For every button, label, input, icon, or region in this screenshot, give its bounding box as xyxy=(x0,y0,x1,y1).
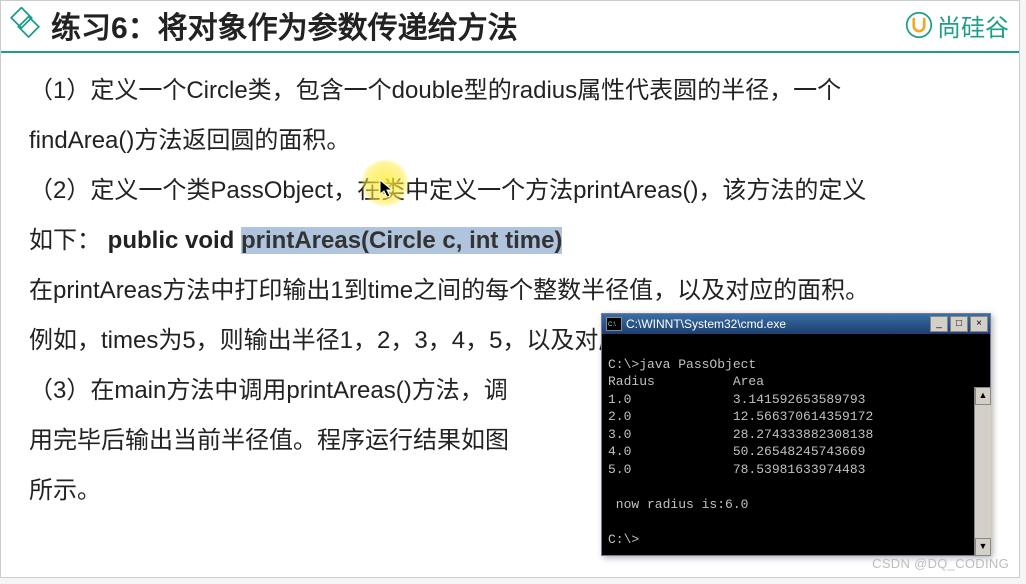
cmd-line-8: now radius is:6.0 xyxy=(608,497,748,512)
cmd-line-4: 3.0 28.274333882308138 xyxy=(608,427,873,442)
cmd-window[interactable]: C:\WINNT\System32\cmd.exe _ □ × C:\>java… xyxy=(601,313,991,556)
slide: 练习6：将对象作为参数传递给方法 尚硅谷 （1）定义一个Circle类，包含一个… xyxy=(0,0,1020,578)
logo-u-icon xyxy=(905,11,933,39)
scroll-up-button[interactable]: ▲ xyxy=(975,387,991,405)
sig-plain: public void xyxy=(108,227,241,254)
cmd-line-1: Radius Area xyxy=(608,374,764,389)
para-1-line-2: findArea()方法返回圆的面积。 xyxy=(29,117,991,165)
cmd-title-left: C:\WINNT\System32\cmd.exe xyxy=(606,312,786,336)
cmd-titlebar[interactable]: C:\WINNT\System32\cmd.exe _ □ × xyxy=(602,314,990,334)
para-3-line-1: （3）在main方法中调用printAreas()方法，调 xyxy=(29,367,591,415)
scroll-down-button[interactable]: ▼ xyxy=(975,538,991,556)
para-2-line-3: 在printAreas方法中打印输出1到time之间的每个整数半径值，以及对应的… xyxy=(29,267,991,315)
para-3: （3）在main方法中调用printAreas()方法，调 用完毕后输出当前半径… xyxy=(29,367,591,517)
para-2-line-1: （2）定义一个类PassObject，在类中定义一个方法printAreas()… xyxy=(29,167,991,215)
header-left: 练习6：将对象作为参数传递给方法 xyxy=(7,3,518,47)
sig-selected[interactable]: printAreas(Circle c, int time) xyxy=(241,227,562,254)
maximize-button[interactable]: □ xyxy=(950,316,968,332)
cmd-line-3: 2.0 12.566370614359172 xyxy=(608,409,873,424)
para-2-prefix: 如下： xyxy=(29,227,101,254)
cmd-line-5: 4.0 50.26548245743669 xyxy=(608,444,865,459)
window-buttons: _ □ × xyxy=(930,316,988,332)
cmd-line-0: C:\>java PassObject xyxy=(608,357,756,372)
para-2-line-2: 如下： public void printAreas(Circle c, int… xyxy=(29,217,991,265)
minimize-button[interactable]: _ xyxy=(930,316,948,332)
cmd-title-text: C:\WINNT\System32\cmd.exe xyxy=(626,312,786,336)
para-1-line-1: （1）定义一个Circle类，包含一个double型的radius属性代表圆的半… xyxy=(29,67,991,115)
cmd-window-wrapper: C:\WINNT\System32\cmd.exe _ □ × C:\>java… xyxy=(601,367,991,556)
close-button[interactable]: × xyxy=(970,316,988,332)
bottom-row: （3）在main方法中调用printAreas()方法，调 用完毕后输出当前半径… xyxy=(29,367,991,556)
slide-header: 练习6：将对象作为参数传递给方法 尚硅谷 xyxy=(1,1,1019,53)
brand-logo: 尚硅谷 xyxy=(905,8,1009,43)
cmd-line-6: 5.0 78.53981633974483 xyxy=(608,462,865,477)
cmd-body[interactable]: C:\>java PassObject Radius Area 1.0 3.14… xyxy=(602,334,990,555)
cmd-line-10: C:\> xyxy=(608,532,639,547)
para-3-line-2: 用完毕后输出当前半径值。程序运行结果如图 xyxy=(29,417,591,465)
slide-title: 练习6：将对象作为参数传递给方法 xyxy=(51,3,518,47)
brand-text: 尚硅谷 xyxy=(937,8,1009,43)
cmd-scrollbar[interactable]: ▲ ▼ xyxy=(974,387,991,556)
cmd-app-icon xyxy=(606,317,622,331)
slide-content: （1）定义一个Circle类，包含一个double型的radius属性代表圆的半… xyxy=(1,53,1019,566)
para-3-line-3: 所示。 xyxy=(29,467,591,515)
method-signature: public void printAreas(Circle c, int tim… xyxy=(108,227,563,254)
watermark: CSDN @DQ_CODING xyxy=(872,556,1009,571)
diamond-icon xyxy=(7,7,43,43)
cmd-line-2: 1.0 3.141592653589793 xyxy=(608,392,865,407)
